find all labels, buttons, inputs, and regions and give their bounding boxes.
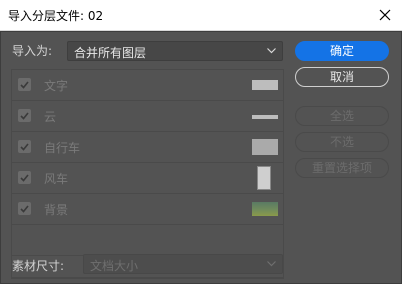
layer-checkbox[interactable] [18,109,31,122]
layer-thumbnail [252,139,278,155]
select-all-button[interactable]: 全选 [295,106,389,126]
layer-row[interactable]: 云 [12,101,283,132]
layer-checkbox[interactable] [18,171,31,184]
layer-thumbnail [252,202,278,216]
layer-row[interactable]: 背景 [12,194,283,225]
cancel-button[interactable]: 取消 [295,67,389,87]
footage-size-dropdown[interactable]: 文档大小 [83,254,283,274]
close-button[interactable] [368,0,402,30]
layer-thumbnail [252,80,278,90]
layer-name: 背景 [44,203,69,217]
checkmark-icon [20,142,29,151]
dialog-body: 导入为: 合并所有图层 文字 云 自行车 风车 背景 确定 取消 全选 不选 重… [0,31,402,284]
layer-name: 风车 [44,172,69,186]
import-as-value: 合并所有图层 [74,46,147,60]
ok-button[interactable]: 确定 [295,41,389,61]
layer-name: 文字 [44,79,69,93]
footage-size-label: 素材尺寸: [12,259,65,273]
title-bar: 导入分层文件: 02 [0,0,402,31]
checkmark-icon [20,111,29,120]
checkmark-icon [20,80,29,89]
layer-row[interactable]: 风车 [12,163,283,194]
chevron-down-icon [267,48,276,54]
layer-checkbox[interactable] [18,202,31,215]
layer-list: 文字 云 自行车 风车 背景 [11,69,284,279]
layer-row[interactable]: 文字 [12,70,283,101]
reset-selection-button[interactable]: 重置选择项 [295,158,389,178]
import-as-label: 导入为: [12,44,53,58]
layer-row-empty [12,225,283,256]
layer-row[interactable]: 自行车 [12,132,283,163]
chevron-down-icon [267,261,276,267]
window-title: 导入分层文件: 02 [8,9,104,23]
deselect-button[interactable]: 不选 [295,132,389,152]
footage-size-value: 文档大小 [90,259,139,273]
layer-checkbox[interactable] [18,78,31,91]
layer-thumbnail [257,166,271,190]
checkmark-icon [20,204,29,213]
layer-checkbox[interactable] [18,140,31,153]
close-icon [379,9,391,21]
checkmark-icon [20,173,29,182]
layer-name: 自行车 [44,141,81,155]
import-as-dropdown[interactable]: 合并所有图层 [67,41,283,61]
layer-name: 云 [44,110,57,124]
layer-thumbnail [252,115,278,119]
